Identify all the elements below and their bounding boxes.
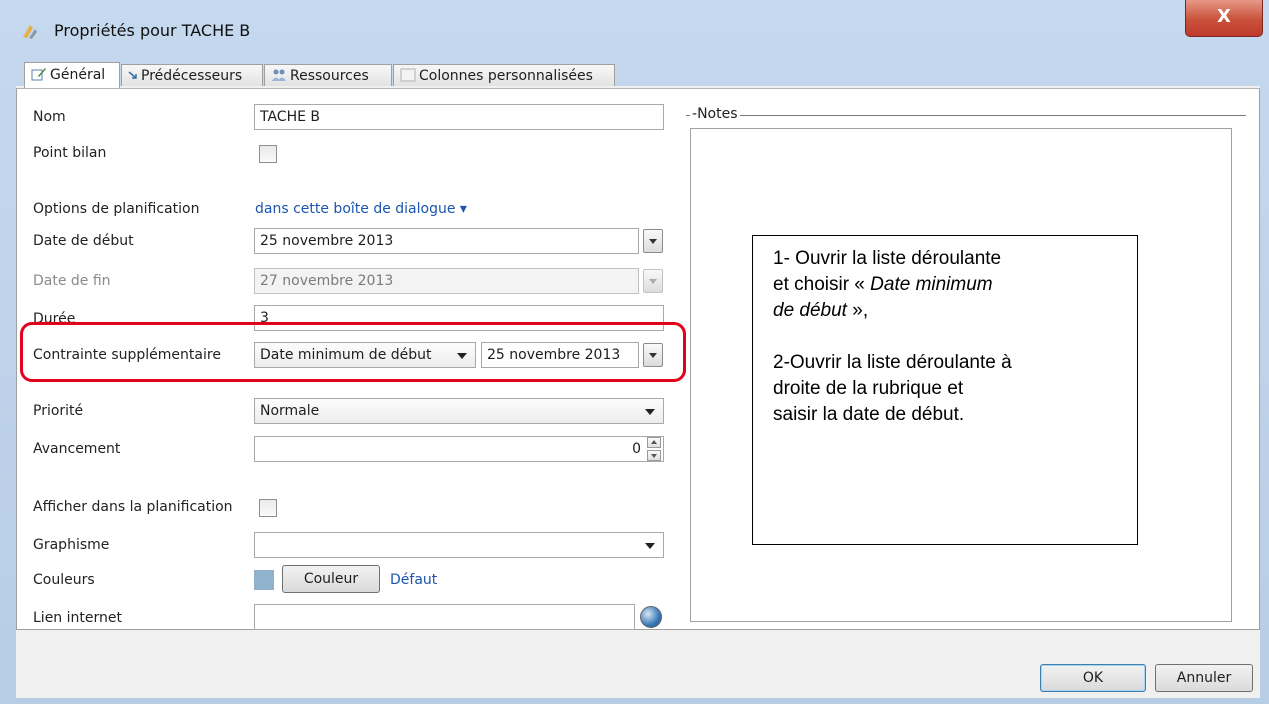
tab-predecesseurs-label: Prédécesseurs — [141, 68, 243, 84]
date-fin-input: 27 novembre 2013 — [254, 268, 639, 294]
callout-line-3: de début », — [773, 300, 869, 321]
priorite-select[interactable]: Normale — [254, 398, 664, 424]
point-bilan-checkbox[interactable] — [259, 145, 277, 163]
app-icon — [23, 25, 37, 39]
date-debut-dropdown-button[interactable] — [643, 229, 663, 253]
tab-general[interactable]: Général — [24, 62, 120, 88]
close-button[interactable]: X — [1185, 0, 1263, 37]
chevron-down-icon — [645, 409, 655, 415]
graphisme-label: Graphisme — [33, 537, 110, 553]
title-bar[interactable]: Propriétés pour TACHE B X — [0, 0, 1269, 60]
avancement-spinner[interactable] — [647, 437, 661, 461]
ok-button[interactable]: OK — [1040, 664, 1146, 692]
tab-ressources-label: Ressources — [290, 68, 369, 84]
nom-input[interactable]: TACHE B — [254, 104, 664, 130]
priorite-value: Normale — [260, 403, 320, 419]
callout-line-2: et choisir « Date minimum — [773, 274, 993, 295]
date-debut-input[interactable]: 25 novembre 2013 — [254, 228, 639, 254]
afficher-checkbox[interactable] — [259, 499, 277, 517]
cancel-button[interactable]: Annuler — [1155, 664, 1253, 692]
window-title: Propriétés pour TACHE B — [54, 21, 251, 40]
graphisme-select[interactable] — [254, 532, 664, 558]
notes-legend: -Notes — [690, 106, 740, 122]
lien-label: Lien internet — [33, 610, 122, 626]
date-debut-label: Date de début — [33, 233, 134, 249]
defaut-link[interactable]: Défaut — [390, 572, 437, 588]
options-dropdown-link[interactable]: dans cette boîte de dialogue ▾ — [255, 201, 467, 217]
edit-properties-icon — [31, 68, 46, 81]
people-icon — [272, 69, 286, 81]
callout-line-5: droite de la rubrique et — [773, 378, 964, 399]
tab-colonnes-label: Colonnes personnalisées — [419, 68, 593, 84]
callout-line-6: saisir la date de début. — [773, 404, 965, 425]
instruction-callout: 1- Ouvrir la liste déroulante et choisir… — [752, 235, 1138, 545]
highlight-outline — [20, 322, 686, 382]
callout-line-4: 2-Ouvrir la liste déroulante à — [773, 352, 1012, 373]
tab-ressources[interactable]: Ressources — [264, 64, 392, 86]
afficher-label: Afficher dans la planification — [33, 499, 233, 515]
lien-input[interactable] — [254, 604, 635, 630]
avancement-label: Avancement — [33, 441, 121, 457]
dialog-window: Propriétés pour TACHE B X Général Prédéc… — [0, 0, 1269, 704]
point-bilan-label: Point bilan — [33, 145, 107, 161]
nom-label: Nom — [33, 109, 66, 125]
date-fin-label: Date de fin — [33, 273, 111, 289]
table-icon — [400, 68, 416, 82]
callout-line-1: 1- Ouvrir la liste déroulante — [773, 248, 1002, 269]
notes-rule — [686, 115, 1246, 116]
couleur-button[interactable]: Couleur — [282, 565, 380, 593]
date-fin-dropdown-button — [643, 269, 663, 293]
color-swatch[interactable] — [254, 570, 274, 590]
chevron-down-icon — [645, 543, 655, 549]
options-label: Options de planification — [33, 201, 200, 217]
priorite-label: Priorité — [33, 403, 84, 419]
tab-general-label: Général — [50, 67, 106, 83]
tab-colonnes[interactable]: Colonnes personnalisées — [393, 64, 615, 86]
tab-predecesseurs[interactable]: Prédécesseurs — [121, 64, 263, 86]
link-arrow-icon — [128, 71, 137, 79]
avancement-input[interactable]: 0 — [254, 436, 664, 462]
couleurs-label: Couleurs — [33, 572, 95, 588]
spin-down-icon[interactable] — [647, 450, 661, 461]
spin-up-icon[interactable] — [647, 437, 661, 448]
globe-icon[interactable] — [640, 606, 662, 628]
